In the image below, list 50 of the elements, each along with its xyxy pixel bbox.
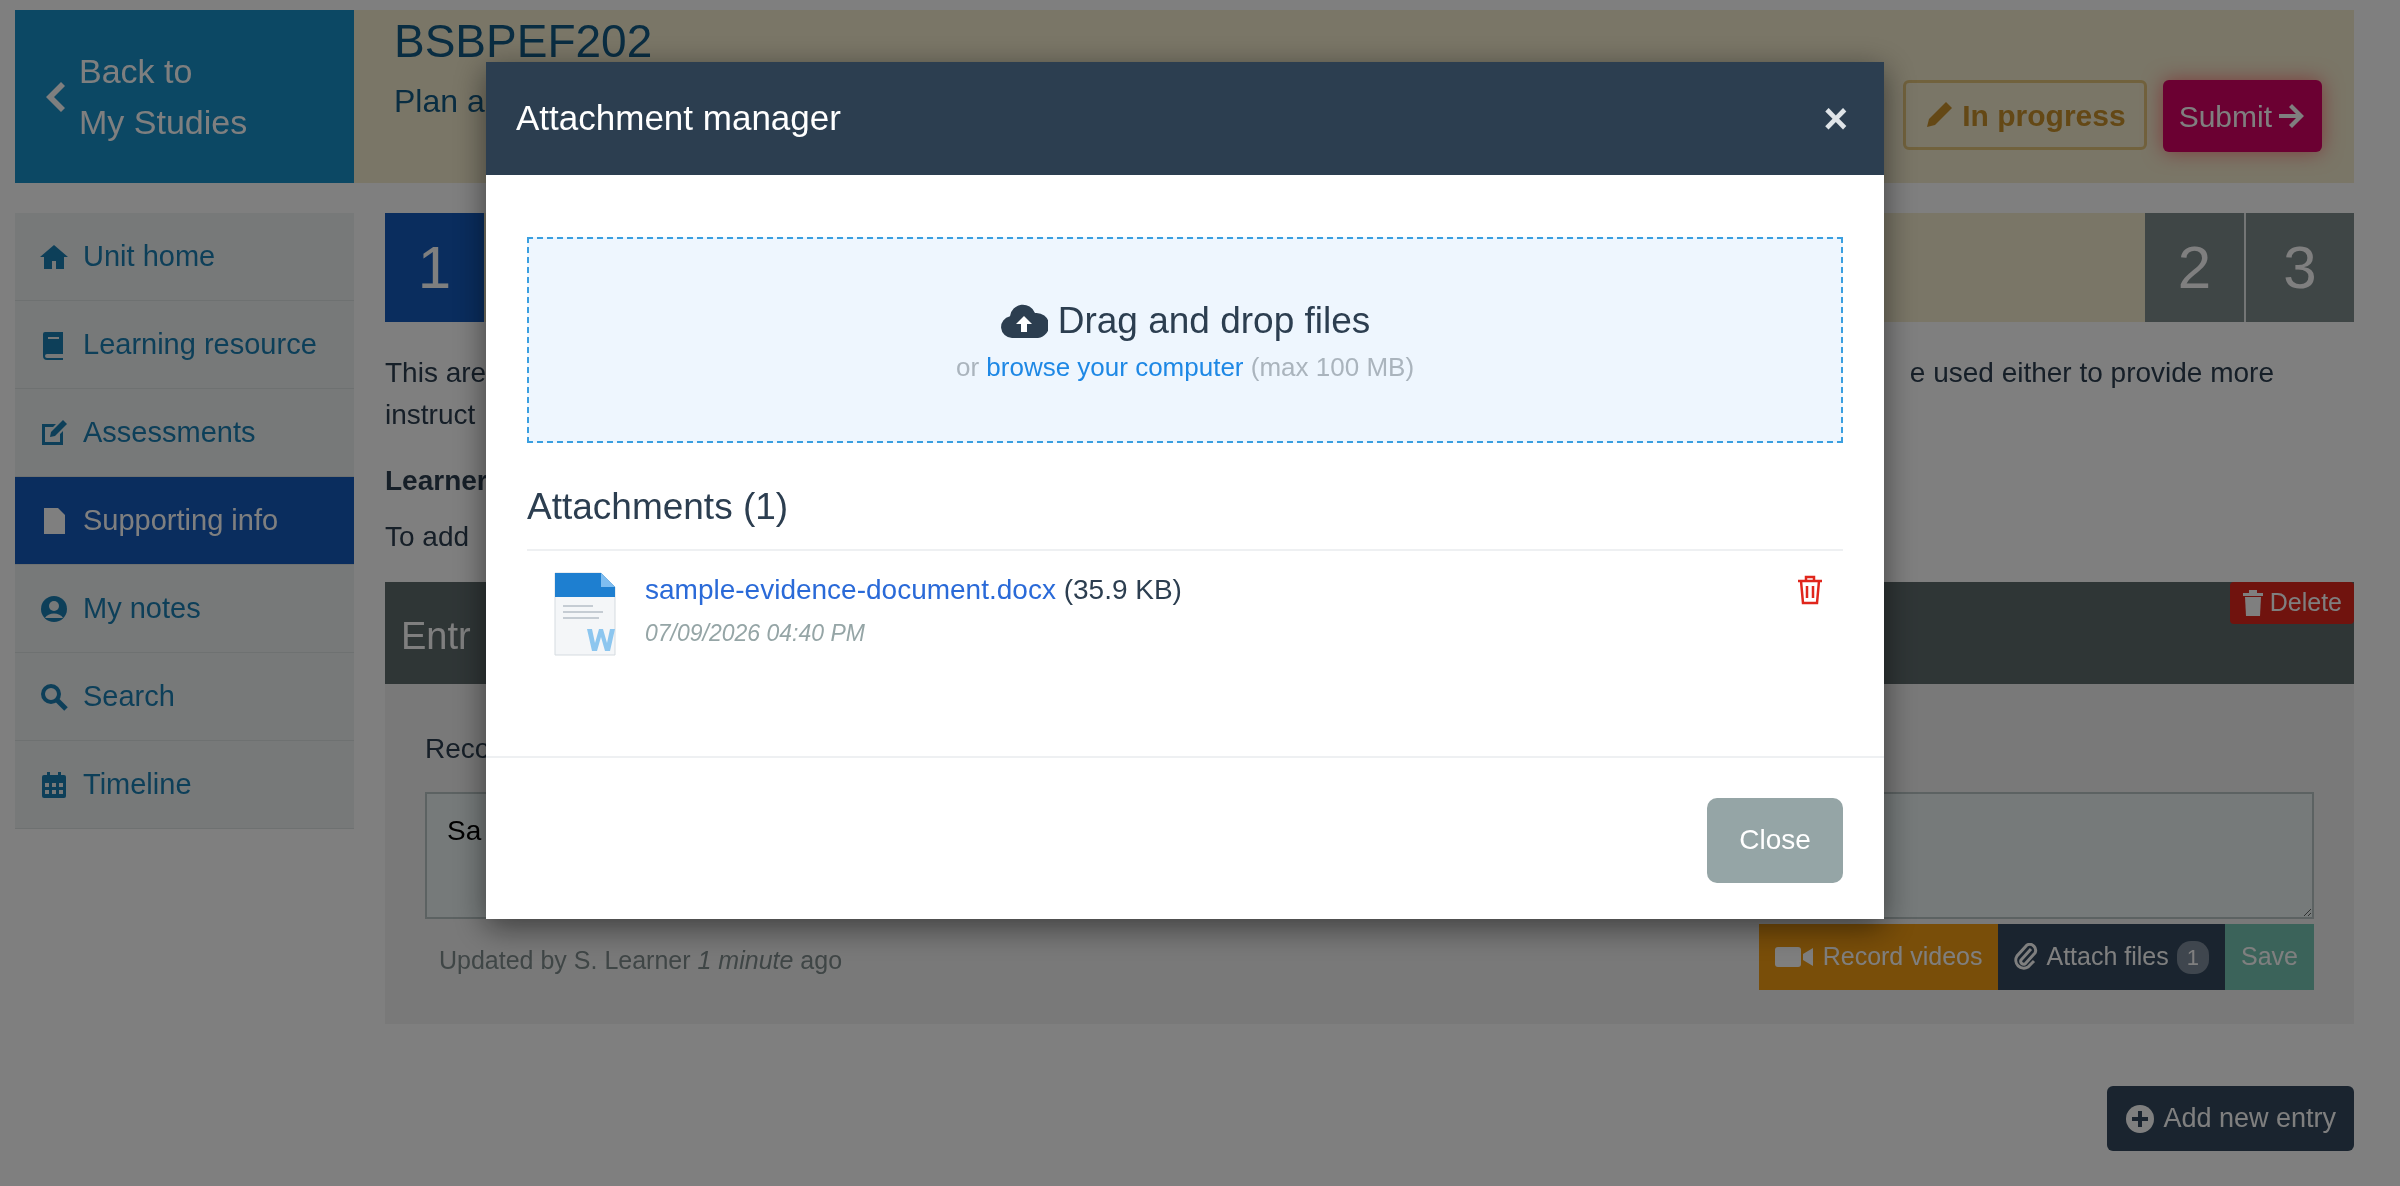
step-tab[interactable]: 2 (2145, 213, 2244, 322)
file-size: (35.9 KB) (1063, 573, 1182, 605)
plus-circle-icon (2125, 1103, 2156, 1134)
dialog-title: Attachment manager (516, 97, 841, 140)
step-tab[interactable]: 1 (385, 213, 484, 322)
trash-icon[interactable] (1797, 574, 1823, 605)
user-circle-icon (39, 593, 69, 624)
delete-button[interactable]: Delete (2229, 582, 2354, 624)
learner-label: Learner (385, 465, 488, 496)
step-tab[interactable]: 3 (2244, 213, 2354, 322)
intro-text: instruct (385, 399, 476, 430)
drop-zone[interactable]: Drag and drop files or browse your computer (max 100 MB) (527, 237, 1843, 443)
drop-hint: or (955, 352, 980, 383)
video-camera-icon (1774, 945, 1815, 969)
attachment-link[interactable]: sample-evidence-document.docx (645, 573, 1056, 605)
size-limit: (max 100 MB) (1250, 352, 1415, 383)
submit-button[interactable]: Submit (2162, 80, 2322, 152)
arrow-right-icon (2278, 103, 2306, 129)
browse-link[interactable]: browse your computer (986, 352, 1244, 383)
unit-title: Plan a (394, 83, 485, 119)
sidebar-item[interactable]: My notes (15, 565, 354, 653)
save-button[interactable]: Save (2225, 924, 2314, 990)
edit-icon (39, 417, 69, 448)
status-button[interactable]: In progress (1903, 80, 2147, 150)
attachments-heading: Attachments (1) (527, 479, 1843, 551)
entry-title: Entr (401, 614, 471, 659)
upload-date: 07/09/2026 04:40 PM (645, 619, 865, 646)
record-videos-button[interactable]: Record videos (1758, 924, 1999, 990)
back-button[interactable]: Back to My Studies (15, 10, 354, 183)
search-icon (39, 681, 69, 712)
add-entry-button[interactable]: Add new entry (2107, 1086, 2354, 1151)
close-button[interactable]: Close (1707, 797, 1843, 883)
pencil-icon (1924, 100, 1955, 130)
sidebar-item[interactable]: Timeline (15, 741, 354, 829)
sidebar-item[interactable]: Learning resource (15, 301, 354, 389)
attach-files-button[interactable]: Attach files 1 (1998, 924, 2225, 990)
sidebar-item[interactable]: Unit home (15, 213, 354, 301)
intro-text: This are (385, 356, 487, 390)
updated-text: Updated by S. Learner 1 minute ago (438, 945, 843, 976)
drop-title: Drag and drop files (1057, 298, 1371, 343)
sidebar-item[interactable]: Supporting info (15, 477, 354, 565)
paperclip-icon (2014, 943, 2039, 971)
unit-code: BSBPEF202 (394, 15, 653, 67)
hint-text: To add (385, 521, 470, 552)
sidebar-item[interactable]: Search (15, 653, 354, 741)
cloud-upload-icon (999, 303, 1048, 338)
count-badge: 1 (2176, 940, 2209, 974)
trash-icon (2241, 589, 2264, 616)
calendar-icon (39, 769, 69, 800)
intro-text: e used either to provide more (1909, 356, 2274, 390)
